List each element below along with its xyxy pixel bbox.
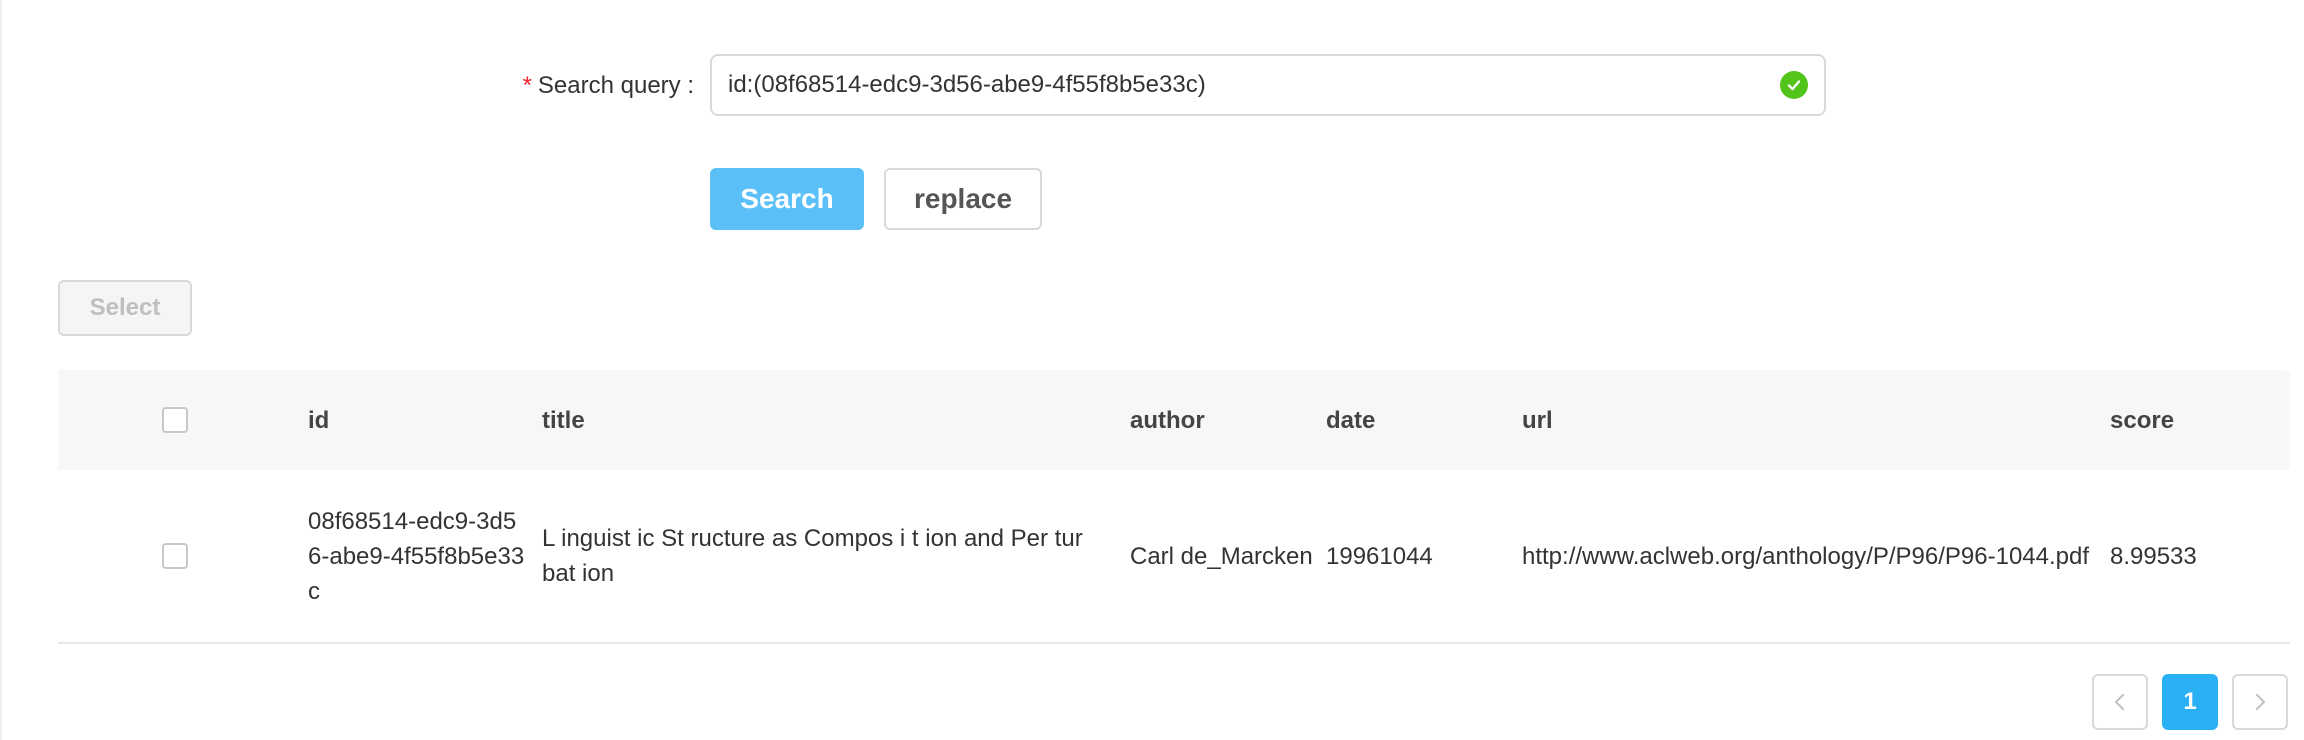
column-header-title[interactable]: title: [542, 370, 1102, 470]
pagination: 1: [2092, 674, 2288, 730]
column-header-id[interactable]: id: [308, 370, 528, 470]
replace-button[interactable]: replace: [884, 168, 1042, 230]
search-query-label-text: Search query :: [537, 72, 694, 99]
search-query-label: * Search query :: [523, 54, 694, 118]
chevron-left-icon: [2115, 694, 2124, 710]
required-mark: *: [522, 72, 532, 99]
table-row[interactable]: 08f68514-edc9-3d56-abe9-4f55f8b5e33c L i…: [58, 470, 2290, 644]
chevron-right-icon: [2256, 694, 2265, 710]
column-header-score[interactable]: score: [2110, 370, 2270, 470]
column-header-url[interactable]: url: [1522, 370, 2092, 470]
row-checkbox-cell: [162, 470, 202, 642]
cell-id: 08f68514-edc9-3d56-abe9-4f55f8b5e33c: [308, 507, 525, 605]
select-all-checkbox[interactable]: [162, 407, 188, 433]
results-table: id title author date url score 08f68514-…: [58, 370, 2290, 644]
cell-score: 8.99533: [2110, 542, 2197, 570]
column-header-author[interactable]: author: [1130, 370, 1316, 470]
search-form-row: * Search query :: [0, 54, 2304, 118]
table-header: id title author date url score: [58, 370, 2290, 470]
search-button[interactable]: Search: [710, 168, 864, 230]
page-1-button[interactable]: 1: [2162, 674, 2218, 730]
header-checkbox-cell: [162, 370, 202, 470]
prev-page-button[interactable]: [2092, 674, 2148, 730]
row-checkbox[interactable]: [162, 543, 188, 569]
next-page-button[interactable]: [2232, 674, 2288, 730]
search-input[interactable]: [728, 71, 1770, 99]
page: * Search query : Search replace Select i…: [0, 0, 2304, 740]
cell-date: 19961044: [1326, 542, 1433, 570]
check-circle-icon: [1780, 71, 1808, 99]
cell-author: Carl de_Marcken: [1130, 542, 1313, 570]
cell-title: L inguist ic St ructure as Compos i t io…: [542, 525, 1083, 587]
cell-url[interactable]: http://www.aclweb.org/anthology/P/P96/P9…: [1522, 470, 2092, 642]
select-button[interactable]: Select: [58, 280, 192, 336]
column-header-date[interactable]: date: [1326, 370, 1506, 470]
search-input-wrapper[interactable]: [710, 54, 1826, 116]
form-actions: Search replace: [710, 168, 1042, 230]
